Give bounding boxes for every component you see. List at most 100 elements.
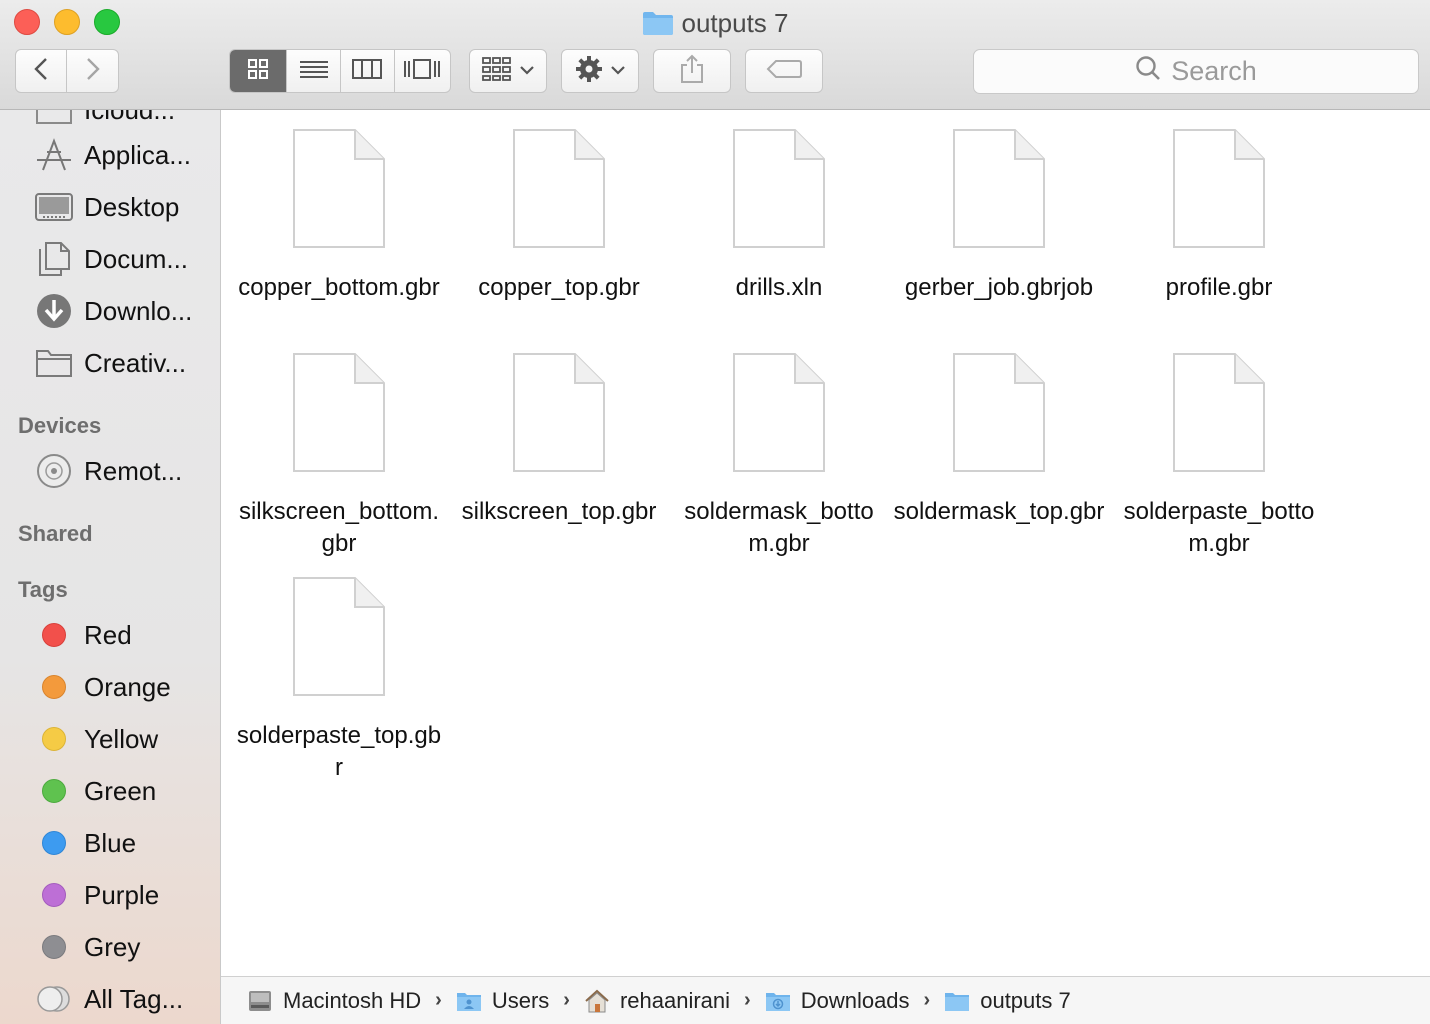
list-view-button[interactable]	[287, 50, 341, 92]
file-item[interactable]: soldermask_bottom.gbr	[669, 352, 889, 560]
tag-dot-yellow	[42, 727, 66, 751]
sidebar-item-applications[interactable]: Applica...	[0, 133, 220, 177]
tag-dot-blue	[42, 831, 66, 855]
sidebar-section-shared[interactable]: Shared	[18, 521, 93, 547]
search-placeholder: Search	[1171, 56, 1257, 86]
search-field[interactable]: Search	[973, 49, 1419, 94]
list-view-icon	[299, 59, 328, 84]
sidebar-item-label: Green	[84, 775, 157, 806]
path-separator: ›	[563, 989, 570, 1011]
sidebar-item-documents[interactable]: Docum...	[0, 237, 220, 281]
sidebar-tag-green[interactable]: Green	[0, 769, 220, 813]
sidebar-item-label: Creativ...	[84, 347, 187, 378]
path-item-outputs-7[interactable]: outputs 7	[944, 988, 1071, 1014]
file-name: solderpaste_top.gbr	[236, 722, 442, 781]
folder-icon	[34, 110, 74, 130]
sidebar-tag-yellow[interactable]: Yellow	[0, 717, 220, 761]
path-item-users[interactable]: Users	[456, 988, 549, 1014]
finder-window: outputs 7 Search Applica... Desktop Docu…	[0, 0, 1430, 1024]
file-name: copper_bottom.gbr	[238, 274, 440, 301]
forward-button[interactable]	[67, 50, 118, 92]
document-file-icon	[1173, 129, 1265, 248]
sidebar-tag-all-tags[interactable]: All Tag...	[0, 977, 220, 1021]
documents-icon	[34, 239, 74, 279]
file-name: drills.xln	[735, 274, 823, 301]
users-folder-icon	[456, 990, 482, 1012]
cover-flow-button[interactable]	[395, 50, 450, 92]
path-separator: ›	[744, 989, 751, 1011]
document-file-icon	[293, 353, 385, 472]
column-view-icon	[352, 58, 383, 84]
arrange-button[interactable]	[469, 49, 547, 93]
home-icon	[584, 989, 610, 1013]
folder-icon	[34, 343, 74, 383]
share-icon	[679, 54, 705, 89]
edit-tags-button[interactable]	[745, 49, 823, 93]
icon-view-button[interactable]	[230, 50, 288, 92]
file-name: soldermask_bottom.gbr	[684, 498, 874, 557]
back-button[interactable]	[16, 50, 68, 92]
downloads-folder-icon	[765, 990, 791, 1012]
tag-icon	[766, 59, 802, 84]
sidebar-section-tags: Tags	[18, 577, 68, 602]
folder-icon	[642, 10, 674, 44]
view-mode-segmented	[229, 49, 451, 93]
sidebar-item-label: Red	[84, 619, 132, 650]
file-item[interactable]: solderpaste_bottom.gbr	[1109, 352, 1329, 560]
file-item[interactable]: copper_bottom.gbr	[229, 128, 449, 304]
sidebar-item-label: Grey	[84, 931, 141, 962]
path-item-label: Downloads	[800, 987, 910, 1013]
sidebar-item-label: Downlo...	[84, 295, 193, 326]
chevron-down-icon	[611, 62, 625, 80]
action-button[interactable]	[561, 49, 639, 93]
file-name: profile.gbr	[1165, 274, 1273, 301]
sidebar-item-label: Orange	[84, 671, 171, 702]
column-view-button[interactable]	[341, 50, 395, 92]
file-item[interactable]: copper_top.gbr	[449, 128, 669, 304]
document-file-icon	[1173, 353, 1265, 472]
sidebar-item-creative[interactable]: Creativ...	[0, 341, 220, 385]
path-separator: ›	[923, 989, 931, 1011]
sidebar-item-label: Remot...	[84, 455, 183, 486]
sidebar-item-label: Yellow	[84, 723, 159, 754]
share-button[interactable]	[653, 49, 731, 93]
toolbar: outputs 7 Search	[0, 0, 1430, 110]
chevron-right-icon	[86, 57, 100, 86]
path-item-macintosh-hd[interactable]: Macintosh HD	[247, 988, 421, 1014]
file-item[interactable]: soldermask_top.gbr	[889, 352, 1109, 528]
document-file-icon	[293, 129, 385, 248]
file-name: soldermask_top.gbr	[893, 498, 1105, 525]
sidebar-tag-orange[interactable]: Orange	[0, 665, 220, 709]
file-item[interactable]: silkscreen_top.gbr	[449, 352, 669, 528]
document-file-icon	[513, 129, 605, 248]
sidebar-item-label: Docum...	[84, 243, 189, 274]
sidebar-item-label: Icloud...	[84, 110, 175, 126]
sidebar-item-label: Applica...	[84, 139, 191, 170]
path-item-label: rehaanirani	[619, 987, 731, 1013]
sidebar-item-downloads[interactable]: Downlo...	[0, 289, 220, 333]
path-item-home[interactable]: rehaanirani	[584, 988, 730, 1014]
sidebar-item-desktop[interactable]: Desktop	[0, 185, 220, 229]
window-title-text: outputs 7	[681, 8, 789, 38]
sidebar-tag-red[interactable]: Red	[0, 613, 220, 657]
folder-icon	[944, 990, 970, 1012]
document-file-icon	[733, 353, 825, 472]
gear-icon	[575, 55, 603, 88]
path-item-label: outputs 7	[980, 987, 1071, 1013]
sidebar-tag-purple[interactable]: Purple	[0, 873, 220, 917]
sidebar-section-devices: Devices	[18, 413, 102, 438]
sidebar-tag-blue[interactable]: Blue	[0, 821, 220, 865]
tag-dot-grey	[42, 935, 66, 959]
sidebar-item-partial[interactable]: Icloud...	[0, 110, 220, 132]
file-item[interactable]: drills.xln	[669, 128, 889, 304]
sidebar-tag-grey[interactable]: Grey	[0, 925, 220, 969]
file-item[interactable]: silkscreen_bottom.gbr	[229, 352, 449, 560]
document-file-icon	[733, 129, 825, 248]
path-bar: Macintosh HD › Users › rehaanirani › Dow…	[221, 976, 1430, 1024]
file-item[interactable]: solderpaste_top.gbr	[229, 576, 449, 784]
file-item[interactable]: gerber_job.gbrjob	[889, 128, 1109, 304]
sidebar-item-remote-disc[interactable]: Remot...	[0, 449, 220, 493]
all-tags-icon	[34, 979, 74, 1019]
file-item[interactable]: profile.gbr	[1109, 128, 1329, 304]
path-item-downloads[interactable]: Downloads	[765, 988, 910, 1014]
